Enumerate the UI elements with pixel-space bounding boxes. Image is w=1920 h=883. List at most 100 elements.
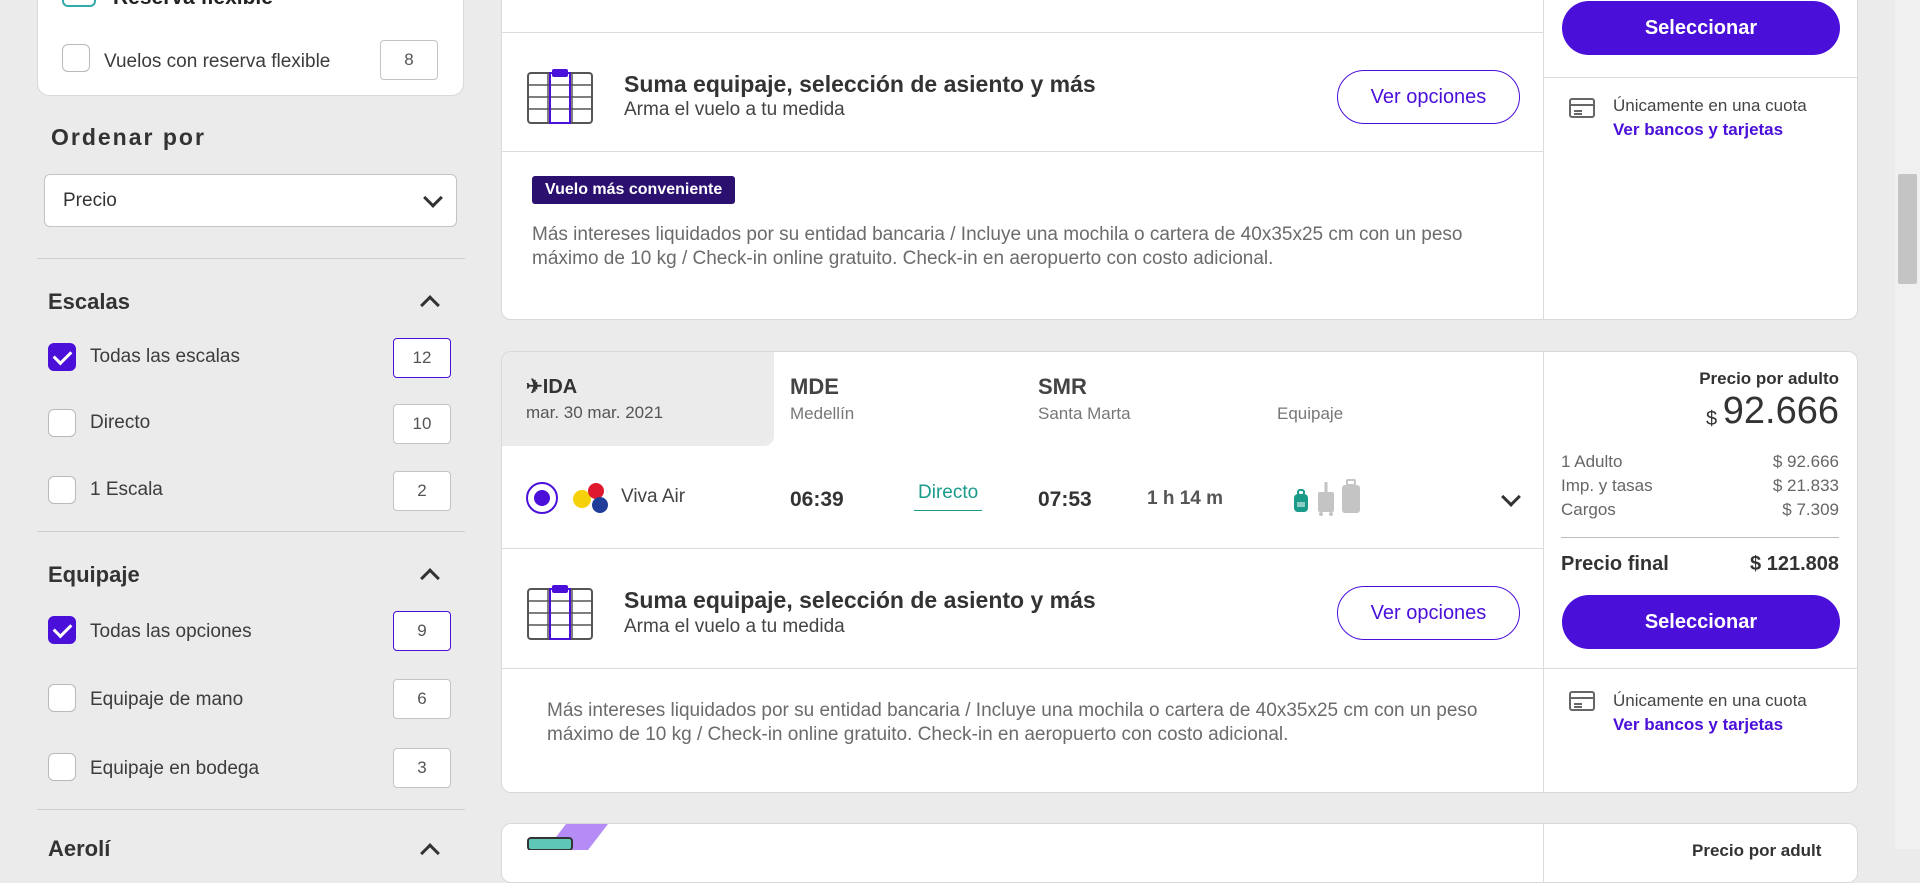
banks-cards-link[interactable]: Ver bancos y tarjetas [1613,715,1783,735]
view-options-button[interactable]: Ver opciones [1337,586,1520,640]
checkbox-one-stop[interactable] [48,476,76,504]
destination-city: Santa Marta [1038,404,1131,423]
breakdown-label: Imp. y tasas [1561,476,1653,495]
checkbox-checked-baggage[interactable] [48,753,76,781]
sort-select[interactable]: Precio [44,174,457,227]
origin-code: MDE [790,374,839,399]
chevron-up-icon[interactable] [420,843,440,863]
flex-count: 8 [380,40,438,80]
divider [502,668,1543,669]
airlines-section-title: Aerolí [48,836,111,861]
stops-option-count: 10 [393,404,451,444]
upsell-subtitle: Arma el vuelo a tu medida [624,616,845,637]
divider [502,151,1543,152]
credit-card-icon [1569,691,1595,711]
breakdown-label: Cargos [1561,500,1616,519]
divider [37,258,465,259]
select-button[interactable]: Seleccionar [1562,1,1840,55]
baggage-option-label: Todas las opciones [90,621,252,642]
divider [1543,824,1544,882]
stops-option-label: 1 Escala [90,479,163,500]
baggage-option-count: 6 [393,679,451,719]
sort-select-value: Precio [63,190,117,211]
sort-title: Ordenar por [51,124,206,150]
upsell-title: Suma equipaje, selección de asiento y má… [624,71,1096,97]
flight-duration: 1 h 14 m [1147,488,1224,509]
scrollbar[interactable] [1895,0,1920,849]
fare-description: Más intereses liquidados por su entidad … [532,224,1463,269]
airline-logo [573,483,608,513]
baggage-option-count: 3 [393,748,451,788]
divider [1543,0,1544,319]
divider [502,548,1543,549]
outbound-label: ✈IDA [526,376,578,398]
divider [1543,77,1857,78]
scrollbar-thumb[interactable] [1898,174,1917,284]
checked-bag-icon [1342,479,1360,513]
seat-map-icon [527,585,593,640]
breakdown-value: $ 7.309 [1782,500,1839,519]
breakdown-label: 1 Adulto [1561,452,1623,471]
flight-card: ✈IDA mar. 30 mar. 2021 MDE Medellín SMR … [501,351,1858,793]
chevron-up-icon[interactable] [420,295,440,315]
banks-cards-link[interactable]: Ver bancos y tarjetas [1613,120,1783,140]
breakdown-value: $ 92.666 [1772,452,1839,471]
fare-description: Más intereses liquidados por su entidad … [547,700,1478,745]
divider [502,32,1543,33]
upsell-title: Suma equipaje, selección de asiento y má… [624,587,1096,613]
payment-info: Únicamente en una cuota [1613,691,1807,710]
chevron-down-icon [423,188,443,208]
flight-card: Seleccionar Suma equipaje, selección de … [501,0,1858,320]
upsell-subtitle: Arma el vuelo a tu medida [624,99,845,120]
baggage-column-label: Equipaje [1277,404,1344,423]
promo-ribbon-icon [527,824,608,850]
divider [1543,668,1857,669]
stops-option-label: Directo [90,412,151,433]
seat-map-icon [527,69,593,124]
flight-date: mar. 30 mar. 2021 [526,403,664,422]
baggage-section-title: Equipaje [48,562,140,587]
baggage-option-count: 9 [393,611,451,651]
checkbox-hand-baggage[interactable] [48,684,76,712]
flex-checkbox-label: Vuelos con reserva flexible [104,51,331,72]
price-per-adult: 92.666 [1722,390,1839,432]
stops-option-label: Todas las escalas [90,346,240,367]
view-options-button[interactable]: Ver opciones [1337,70,1520,124]
destination-code: SMR [1038,374,1087,399]
flexible-booking-title: Reserva flexible [113,0,273,10]
stops-option-count: 12 [393,338,451,378]
checkbox-all-stops[interactable] [48,343,76,371]
expand-chevron-icon[interactable] [1501,487,1521,507]
currency-symbol: $ [1706,408,1718,430]
direct-flight-label: Directo [914,482,983,511]
checkbox-all-baggage[interactable] [48,616,76,644]
airline-name: Viva Air [621,486,686,507]
flexible-booking-card: Reserva flexible Vuelos con reserva flex… [37,0,464,96]
divider [37,531,465,532]
select-button[interactable]: Seleccionar [1562,595,1840,649]
flex-checkbox[interactable] [62,44,90,72]
carry-on-icon [1318,482,1334,516]
final-price-value: $ 121.808 [1750,553,1839,575]
payment-info: Únicamente en una cuota [1613,96,1807,115]
price-per-adult-label: Precio por adult [1692,841,1822,860]
flight-radio[interactable] [526,482,558,514]
baggage-option-label: Equipaje de mano [90,689,244,710]
baggage-option-label: Equipaje en bodega [90,758,260,779]
flight-card: Precio por adult [501,823,1858,883]
stops-option-count: 2 [393,471,451,511]
flexible-booking-icon [62,0,96,7]
convenient-flight-badge: Vuelo más conveniente [532,176,736,204]
divider [1543,352,1544,792]
divider [1561,537,1839,538]
chevron-up-icon[interactable] [420,568,440,588]
outbound-header: ✈IDA mar. 30 mar. 2021 [502,352,774,446]
final-price-label: Precio final [1561,553,1669,575]
checkbox-direct[interactable] [48,409,76,437]
credit-card-icon [1569,98,1595,118]
origin-city: Medellín [790,404,855,423]
stops-section-title: Escalas [48,289,130,314]
price-per-adult-label: Precio por adulto [1699,369,1839,388]
departure-time: 06:39 [790,488,844,511]
backpack-icon [1294,489,1308,512]
